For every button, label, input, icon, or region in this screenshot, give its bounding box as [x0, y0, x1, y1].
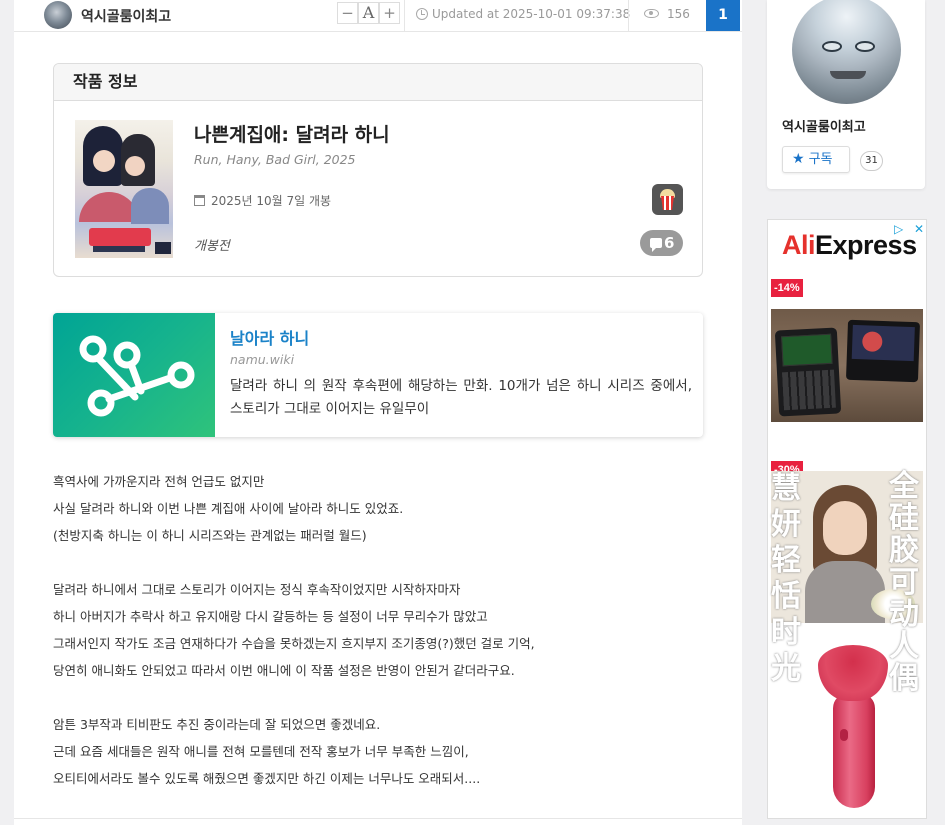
ad-product-handheld-pc[interactable]: [771, 309, 923, 422]
body-line: 근데 요즘 세대들은 원작 애니를 전혀 모를텐데 전작 홍보가 너무 부족한 …: [53, 744, 469, 759]
clock-icon: [416, 8, 428, 20]
link-description: 달려라 하니 의 원작 후속편에 해당하는 만화. 10개가 넘은 하니 시리즈…: [230, 378, 692, 417]
body-line: 하니 아버지가 추락사 하고 유지애랑 다시 갈등하는 등 설정이 너무 무리수…: [53, 609, 488, 624]
body-line: 암튼 3부작과 티비판도 추진 중이라는데 잘 되었으면 좋겠네요.: [53, 717, 381, 732]
updated-timestamp: Updated at 2025-10-01 09:37:38: [416, 7, 630, 21]
discount-badge: -14%: [771, 279, 803, 297]
font-increase-button[interactable]: +: [379, 2, 400, 24]
updated-text: Updated at 2025-10-01 09:37:38: [432, 7, 631, 21]
link-preview-card[interactable]: 날아라 하니 namu.wiki 달려라 하니 의 원작 후속편에 해당하는 만…: [53, 313, 703, 437]
toolbar-divider: [628, 0, 629, 31]
adchoices-icon[interactable]: ▷: [894, 222, 908, 236]
subscribe-button[interactable]: ★ 구독: [782, 146, 850, 173]
work-title: 나쁜계집애: 달려라 하니: [194, 124, 390, 146]
view-count-value: 156: [667, 7, 690, 21]
eye-icon: [644, 9, 659, 18]
font-decrease-button[interactable]: −: [337, 2, 358, 24]
body-line: 달려라 하니에서 그대로 스토리가 이어지는 정식 후속작이었지만 시작하자마자: [53, 582, 461, 597]
body-line: 그래서인지 작가도 조금 연재하다가 수습을 못하겠는지 흐지부지 조기종영(?…: [53, 636, 535, 651]
comments-count: 6: [664, 234, 675, 252]
body-line: 사실 달려라 하니와 이번 나쁜 계집애 사이에 날아라 하니도 있었죠.: [53, 501, 404, 516]
poster-image[interactable]: [75, 120, 173, 258]
profile-name[interactable]: 역시골룸이최고: [782, 116, 866, 135]
namu-wiki-logo: [53, 313, 215, 437]
body-line: (천방지축 하니는 이 하니 시리즈와는 관계없는 패러럴 월드): [53, 528, 367, 543]
author-avatar[interactable]: [44, 1, 72, 29]
toolbar-divider: [404, 0, 405, 31]
ad-product-pink-device[interactable]: [818, 645, 888, 810]
work-info-card: 작품 정보 나쁜계집애: 달려라 하니 Run, Hany, Bad Girl,…: [53, 63, 703, 277]
release-date-text: 2025년 10월 7일 개봉: [211, 194, 332, 208]
popcorn-icon[interactable]: [652, 184, 683, 215]
post-body: 흑역사에 가까운지라 전혀 언급도 없지만 사실 달려라 하니와 이번 나쁜 계…: [53, 468, 713, 792]
release-status: 개봉전: [194, 239, 230, 254]
link-title[interactable]: 날아라 하니: [230, 325, 309, 349]
author-name[interactable]: 역시골룸이최고: [81, 6, 171, 26]
author-profile-card: 역시골룸이최고 ★ 구독 31: [767, 0, 925, 189]
link-domain: namu.wiki: [230, 352, 295, 367]
comment-icon: [650, 238, 662, 252]
aliexpress-ad[interactable]: AliExpress ▷ ✕ -14% -30% 慧妍 轻恬时光 全硅胶可动人偶: [767, 219, 927, 819]
post-panel: 역시골룸이최고 − A + Updated at 2025-10-01 09:3…: [14, 0, 742, 825]
star-icon: ★: [792, 151, 805, 167]
font-size-label[interactable]: A: [358, 2, 379, 24]
body-line: [53, 684, 713, 711]
divider: [14, 818, 742, 819]
body-line: 흑역사에 가까운지라 전혀 언급도 없지만: [53, 474, 265, 489]
comment-count-button[interactable]: 1: [706, 0, 740, 31]
ad-text-right: 全硅胶可动人偶: [889, 469, 919, 696]
calendar-icon: [194, 195, 205, 206]
ad-product-doll[interactable]: 慧妍 轻恬时光 全硅胶可动人偶: [771, 471, 923, 695]
profile-avatar[interactable]: [792, 0, 901, 104]
view-count: 156: [644, 7, 690, 21]
post-toolbar: 역시골룸이최고 − A + Updated at 2025-10-01 09:3…: [14, 0, 742, 32]
body-line: 오티티에서라도 볼수 있도록 해줬으면 좋겠지만 하긴 이제는 너무나도 오래되…: [53, 771, 481, 786]
body-line: 당연히 애니화도 안되었고 따라서 이번 애니에 이 작품 설정은 반영이 안된…: [53, 663, 515, 678]
body-line: [53, 549, 713, 576]
subscriber-count: 31: [860, 151, 883, 171]
work-info-heading: 작품 정보: [54, 64, 702, 101]
ad-text-left: 慧妍 轻恬时光: [771, 471, 801, 686]
ad-close-icon[interactable]: ✕: [914, 222, 924, 236]
subscribe-label: 구독: [808, 152, 833, 167]
release-date: 2025년 10월 7일 개봉: [194, 192, 331, 209]
comments-badge[interactable]: 6: [640, 230, 683, 256]
work-subtitle: Run, Hany, Bad Girl, 2025: [194, 152, 356, 167]
